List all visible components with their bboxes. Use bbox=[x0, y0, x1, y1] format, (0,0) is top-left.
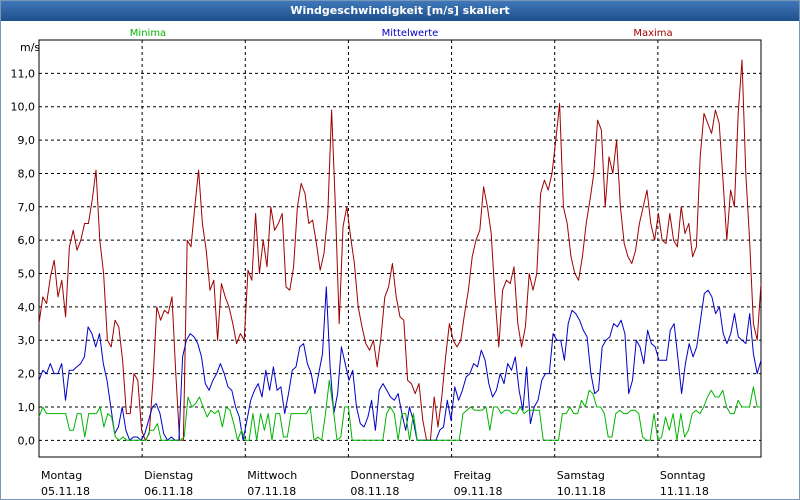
x-day-date: 07.11.18 bbox=[247, 485, 296, 498]
series-line-mittelwerte bbox=[38, 286, 762, 441]
x-day-date: 11.11.18 bbox=[660, 485, 709, 498]
legend-minima: Minima bbox=[130, 28, 166, 39]
y-tick-label: 5,0 bbox=[18, 268, 36, 281]
x-day-name: Mittwoch bbox=[247, 469, 297, 482]
series bbox=[38, 59, 762, 441]
y-tick-label: 3,0 bbox=[18, 334, 36, 347]
series-line-maxima bbox=[38, 59, 762, 441]
window-title: Windgeschwindigkeit [m/s] skaliert bbox=[1, 1, 799, 21]
x-day-name: Donnerstag bbox=[350, 469, 414, 482]
x-day-date: 09.11.18 bbox=[454, 485, 503, 498]
x-day-name: Samstag bbox=[557, 469, 605, 482]
wind-speed-chart: Minima Mittelwerte Maxima m/s 0,0 1,0 2,0 3… bbox=[11, 28, 762, 498]
y-tick-labels: 0,0 1,0 2,0 3,0 4,0 5,0 6,0 7,0 8,0 9,0 10,0 11,0 bbox=[11, 67, 36, 447]
x-day-name: Dienstag bbox=[144, 469, 193, 482]
grid bbox=[39, 40, 761, 457]
x-day-labels: Montag 05.11.18 Dienstag 06.11.18 Mittwoch 07… bbox=[41, 469, 709, 498]
y-tick-label: 0,0 bbox=[18, 434, 36, 447]
y-tick-label: 6,0 bbox=[18, 234, 36, 247]
x-day-name: Montag bbox=[41, 469, 82, 482]
legend-mittelwerte: Mittelwerte bbox=[382, 28, 439, 39]
y-tick-label: 2,0 bbox=[18, 368, 36, 381]
y-tick-label: 4,0 bbox=[18, 301, 36, 314]
x-day-date: 06.11.18 bbox=[144, 485, 193, 498]
y-tick-label: 7,0 bbox=[18, 201, 36, 214]
y-tick-label: 11,0 bbox=[11, 67, 36, 80]
x-day-date: 05.11.18 bbox=[41, 485, 90, 498]
x-day-name: Sonntag bbox=[660, 469, 706, 482]
chart-window: Windgeschwindigkeit [m/s] skaliert Minim… bbox=[0, 0, 800, 500]
x-day-name: Freitag bbox=[454, 469, 492, 482]
series-line-minima bbox=[38, 379, 761, 441]
y-axis-label: m/s bbox=[20, 41, 40, 54]
y-tick-label: 9,0 bbox=[18, 134, 36, 147]
legend-maxima: Maxima bbox=[633, 28, 672, 39]
y-tick-label: 10,0 bbox=[11, 101, 36, 114]
y-tick-label: 8,0 bbox=[18, 167, 36, 180]
x-day-date: 08.11.18 bbox=[350, 485, 399, 498]
y-tick-label: 1,0 bbox=[18, 401, 36, 414]
plot-frame bbox=[38, 39, 762, 458]
x-day-date: 10.11.18 bbox=[557, 485, 606, 498]
